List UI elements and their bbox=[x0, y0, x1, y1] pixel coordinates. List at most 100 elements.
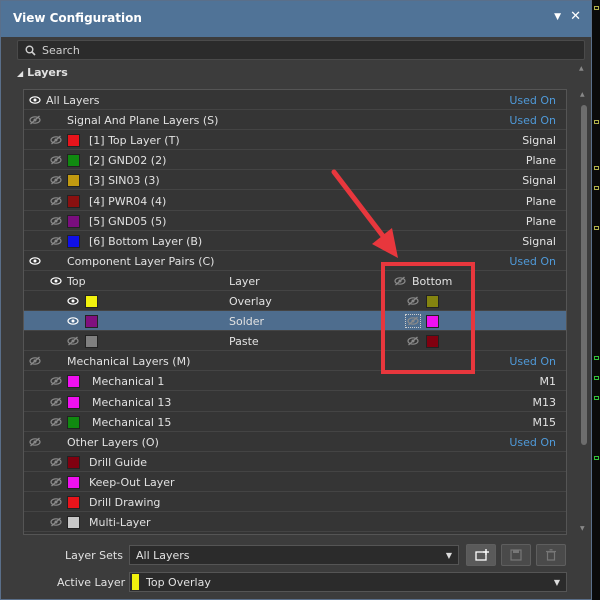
eye-hidden-icon[interactable] bbox=[50, 457, 62, 467]
layer-group-row[interactable]: All Layers Used On bbox=[24, 90, 566, 110]
group-label: Mechanical Layers (M) bbox=[67, 355, 191, 369]
layer-color-swatch[interactable] bbox=[67, 455, 80, 469]
layers-section-label: Layers bbox=[27, 66, 68, 79]
layer-color-swatch[interactable] bbox=[67, 475, 80, 489]
layer-used-on: Signal bbox=[522, 174, 556, 188]
layer-color-swatch[interactable] bbox=[67, 375, 80, 389]
layer-group-row[interactable]: Signal And Plane Layers (S) Used On bbox=[24, 110, 566, 131]
eye-hidden-icon[interactable] bbox=[50, 477, 62, 487]
layer-pair-row[interactable]: Overlay bbox=[24, 291, 566, 311]
layer-group-row[interactable]: Mechanical Layers (M) Used On bbox=[24, 351, 566, 372]
eye-hidden-icon[interactable] bbox=[29, 437, 41, 447]
layer-color-swatch[interactable] bbox=[67, 154, 80, 168]
layer-group-row[interactable]: Other Layers (O) Used On bbox=[24, 432, 566, 452]
delete-layer-set-button[interactable] bbox=[536, 544, 566, 566]
chevron-down-icon: ▼ bbox=[445, 551, 452, 560]
search-icon bbox=[25, 45, 36, 56]
layer-row[interactable]: Multi-Layer bbox=[24, 512, 566, 533]
eye-visible-icon[interactable] bbox=[50, 276, 62, 286]
eye-hidden-icon[interactable] bbox=[50, 417, 62, 427]
top-layer-color-swatch[interactable] bbox=[85, 335, 98, 349]
layer-group-row[interactable]: Component Layer Pairs (C) Used On bbox=[24, 251, 566, 271]
layer-color-swatch[interactable] bbox=[67, 214, 80, 228]
eye-hidden-icon[interactable] bbox=[50, 517, 62, 527]
layers-scrollbar[interactable]: ▲ ▼ bbox=[580, 89, 588, 535]
active-layer-dropdown[interactable]: Top Overlay ▼ bbox=[129, 572, 567, 592]
layer-row[interactable]: Mechanical 1 M1 bbox=[24, 371, 566, 392]
layer-sets-label: Layer Sets bbox=[65, 549, 123, 562]
eye-hidden-icon[interactable] bbox=[29, 356, 41, 366]
layer-used-on: Signal bbox=[522, 134, 556, 148]
eye-visible-icon[interactable] bbox=[67, 316, 79, 326]
eye-hidden-icon[interactable] bbox=[50, 236, 62, 246]
top-column-header: Top bbox=[67, 274, 86, 288]
layer-name: [6] Bottom Layer (B) bbox=[89, 234, 203, 248]
eye-hidden-icon[interactable] bbox=[50, 216, 62, 226]
eye-visible-icon[interactable] bbox=[67, 296, 79, 306]
eye-hidden-icon[interactable] bbox=[50, 175, 62, 185]
layer-row[interactable]: [5] GND05 (5) Plane bbox=[24, 211, 566, 231]
layer-row[interactable]: [2] GND02 (2) Plane bbox=[24, 150, 566, 171]
layer-row[interactable]: Keep-Out Layer bbox=[24, 472, 566, 492]
eye-visible-icon[interactable] bbox=[29, 256, 41, 266]
search-input[interactable] bbox=[42, 41, 562, 59]
eye-hidden-icon[interactable] bbox=[67, 336, 79, 346]
scrollbar-thumb[interactable] bbox=[581, 105, 587, 445]
search-box[interactable] bbox=[17, 40, 585, 60]
eye-hidden-icon[interactable] bbox=[50, 397, 62, 407]
layer-row[interactable]: Mechanical 13 M13 bbox=[24, 392, 566, 412]
layer-pair-row[interactable]: Paste bbox=[24, 331, 566, 352]
collapse-triangle-icon: ◢ bbox=[17, 69, 24, 78]
eye-hidden-icon[interactable] bbox=[50, 155, 62, 165]
layer-name: [3] SIN03 (3) bbox=[89, 174, 160, 188]
layer-row[interactable]: Drill Guide bbox=[24, 452, 566, 472]
layer-row[interactable]: [3] SIN03 (3) Signal bbox=[24, 170, 566, 191]
save-layer-set-button[interactable] bbox=[501, 544, 531, 566]
layer-sets-dropdown[interactable]: All Layers ▼ bbox=[129, 545, 459, 565]
layer-name: Drill Guide bbox=[89, 455, 147, 469]
scroll-up-arrow-icon[interactable]: ▲ bbox=[579, 65, 584, 72]
layers-section-header[interactable]: ◢ Layers bbox=[17, 66, 68, 79]
layer-pair-row[interactable]: Solder bbox=[24, 311, 566, 332]
scroll-up-icon[interactable]: ▲ bbox=[580, 91, 585, 98]
layer-row[interactable]: [6] Bottom Layer (B) Signal bbox=[24, 231, 566, 251]
top-layer-color-swatch[interactable] bbox=[85, 295, 98, 308]
layer-name: Multi-Layer bbox=[89, 516, 151, 530]
used-on-header: Used On bbox=[509, 94, 556, 107]
layer-color-swatch[interactable] bbox=[67, 395, 80, 409]
layer-name: [5] GND05 (5) bbox=[89, 214, 167, 228]
group-label: All Layers bbox=[46, 94, 100, 107]
layer-color-swatch[interactable] bbox=[67, 516, 80, 530]
layer-name: Drill Drawing bbox=[89, 496, 161, 509]
layer-color-swatch[interactable] bbox=[67, 134, 80, 148]
layer-used-on: Plane bbox=[525, 194, 556, 208]
eye-hidden-icon[interactable] bbox=[50, 135, 62, 145]
layer-row[interactable]: Drill Drawing bbox=[24, 492, 566, 512]
layer-used-on: Signal bbox=[522, 234, 556, 248]
layer-color-swatch[interactable] bbox=[67, 496, 80, 509]
layer-name: Mechanical 15 bbox=[92, 415, 172, 429]
top-layer-color-swatch[interactable] bbox=[85, 315, 98, 329]
layer-row[interactable]: [4] PWR04 (4) Plane bbox=[24, 191, 566, 211]
eye-visible-icon[interactable] bbox=[29, 95, 41, 105]
layer-color-swatch[interactable] bbox=[67, 174, 80, 188]
eye-hidden-icon[interactable] bbox=[50, 376, 62, 386]
layer-color-swatch[interactable] bbox=[67, 415, 80, 429]
layer-row[interactable]: Mechanical 15 M15 bbox=[24, 412, 566, 432]
add-layer-set-button[interactable] bbox=[466, 544, 496, 566]
layer-name: Keep-Out Layer bbox=[89, 475, 175, 489]
pin-menu-icon[interactable]: ▼ bbox=[554, 12, 561, 22]
eye-hidden-icon[interactable] bbox=[50, 196, 62, 206]
eye-hidden-icon[interactable] bbox=[29, 115, 41, 125]
layer-row[interactable]: [1] Top Layer (T) Signal bbox=[24, 130, 566, 151]
layer-color-swatch[interactable] bbox=[67, 194, 80, 208]
layer-used-on: Plane bbox=[525, 214, 556, 228]
layer-color-swatch[interactable] bbox=[67, 234, 80, 248]
close-icon[interactable]: ✕ bbox=[570, 9, 581, 24]
eye-hidden-icon[interactable] bbox=[50, 497, 62, 507]
pair-layer-name: Overlay bbox=[229, 295, 272, 308]
title-bar: View Configuration ▼ ✕ bbox=[1, 1, 591, 37]
layer-used-on: M15 bbox=[532, 415, 557, 429]
layers-list: All Layers Used On Signal And Plane Layers… bbox=[23, 89, 567, 535]
scroll-down-icon[interactable]: ▼ bbox=[580, 525, 585, 532]
